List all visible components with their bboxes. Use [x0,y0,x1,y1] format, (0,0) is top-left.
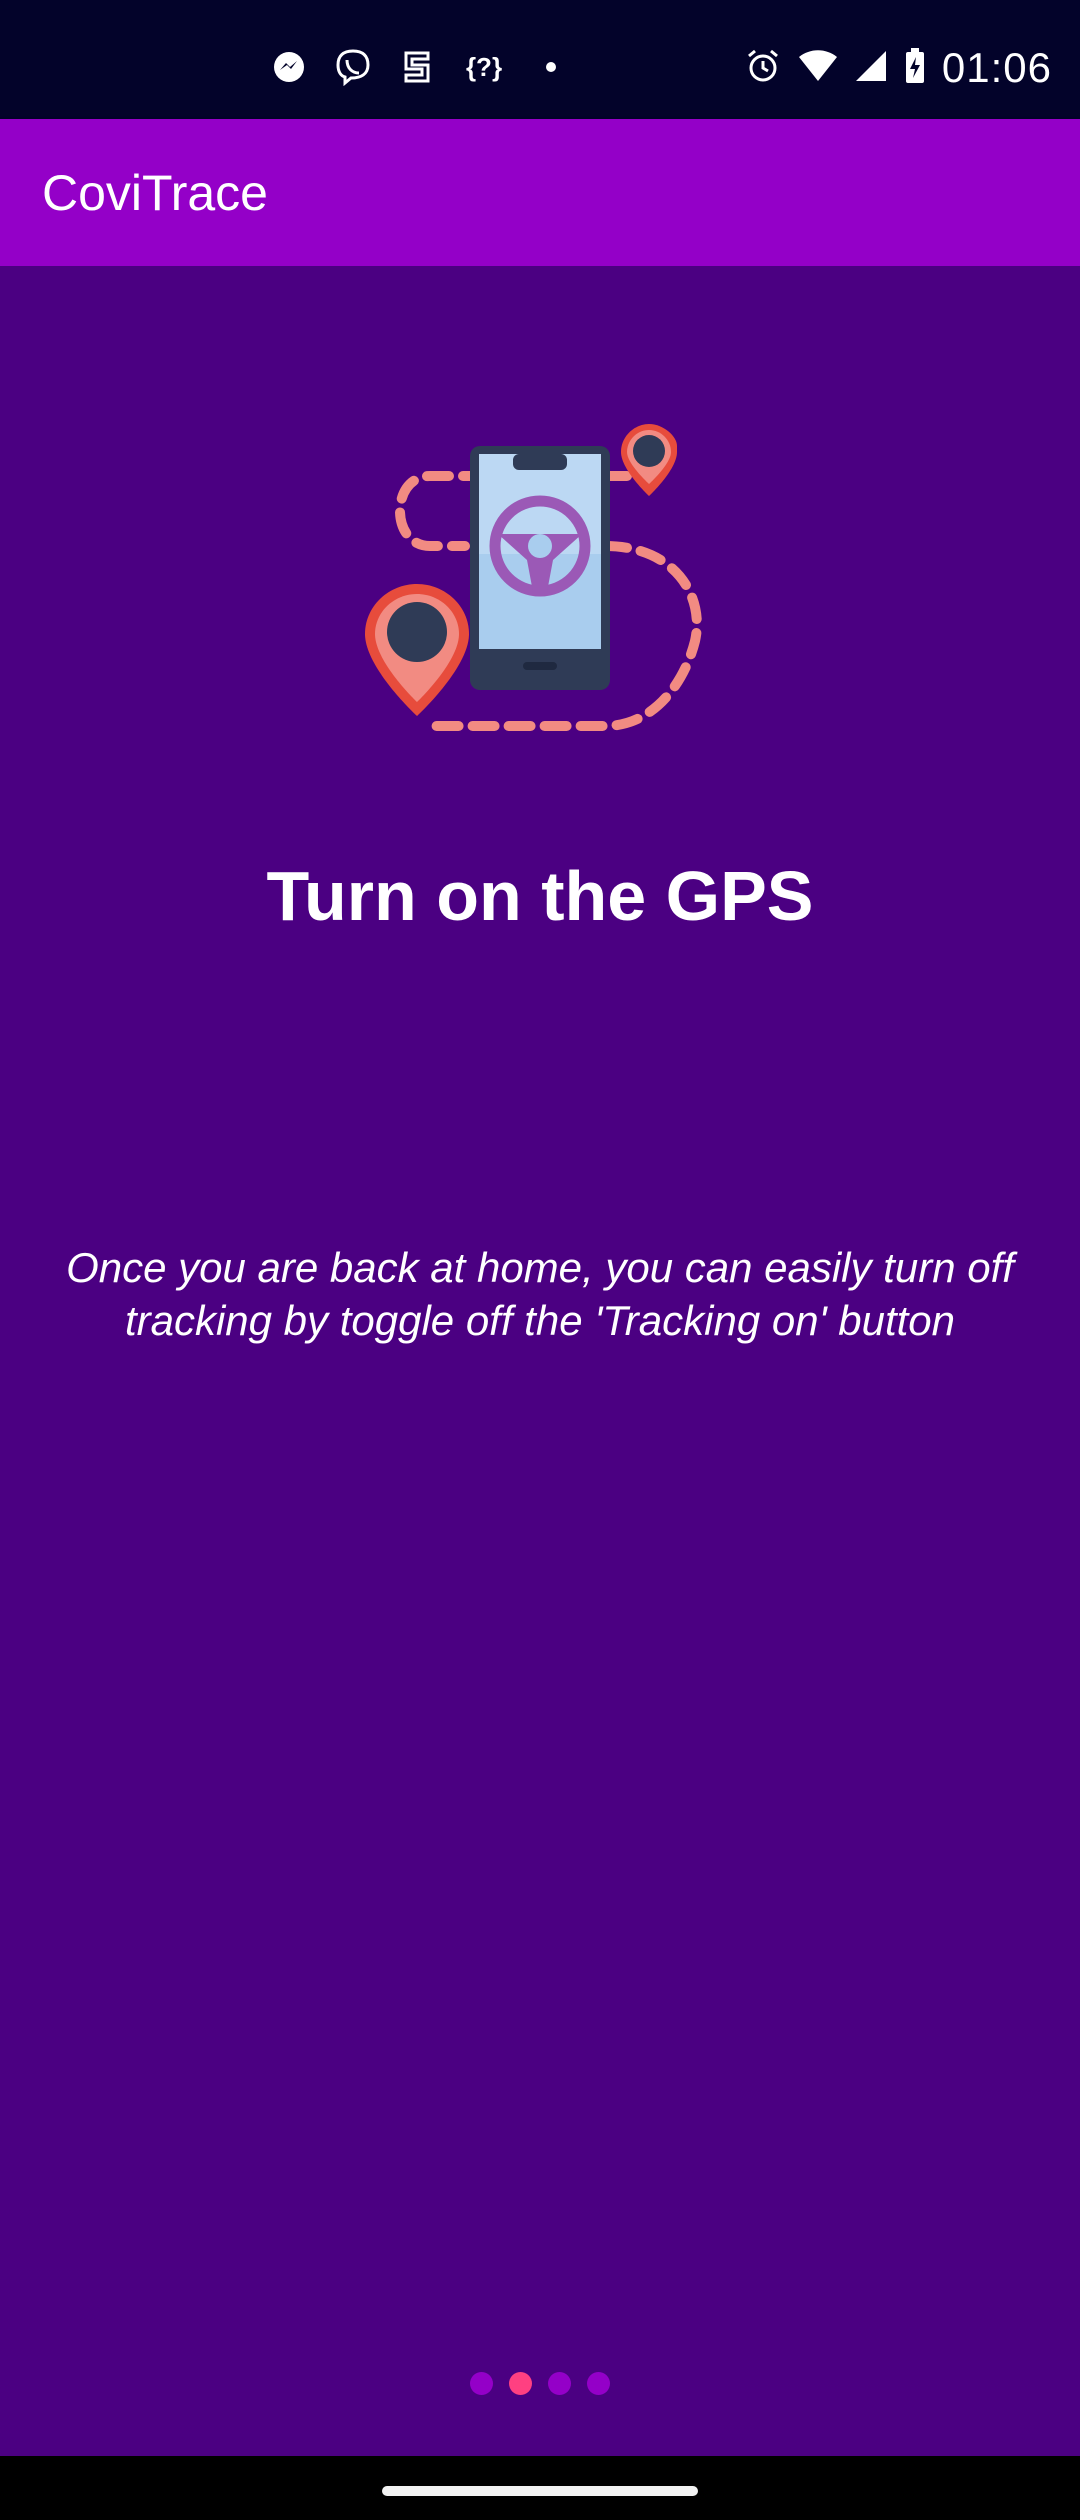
onboarding-page[interactable]: Turn on the GPS Once you are back at hom… [0,266,1080,2456]
more-dot-icon [532,48,570,86]
status-bar: {?} 01:06 [0,0,1080,119]
battery-charging-icon [904,47,926,90]
page-indicator [0,2372,1080,2395]
page-indicator-dot-2[interactable] [509,2372,532,2395]
samsung-health-icon [398,48,436,86]
home-gesture-handle[interactable] [382,2486,698,2496]
page-description: Once you are back at home, you can easil… [66,1244,1014,1344]
wifi-icon [798,49,838,88]
gps-route-phone-illustration [355,396,725,756]
page-heading: Turn on the GPS [266,857,814,935]
page-indicator-dot-1[interactable] [470,2372,493,2395]
cell-signal-icon [854,49,888,88]
app-bar: CoviTrace [0,119,1080,266]
page-indicator-dot-3[interactable] [548,2372,571,2395]
navigation-bar [0,2456,1080,2520]
system-status: 01:06 [744,44,1052,92]
viber-icon [334,48,372,86]
notification-icons: {?} [270,48,570,86]
unknown-app-icon: {?} [465,51,503,82]
status-time: 01:06 [941,44,1052,91]
page-indicator-dot-4[interactable] [587,2372,610,2395]
alarm-icon [744,47,782,90]
app-title: CoviTrace [42,165,268,221]
messenger-icon [270,48,308,86]
